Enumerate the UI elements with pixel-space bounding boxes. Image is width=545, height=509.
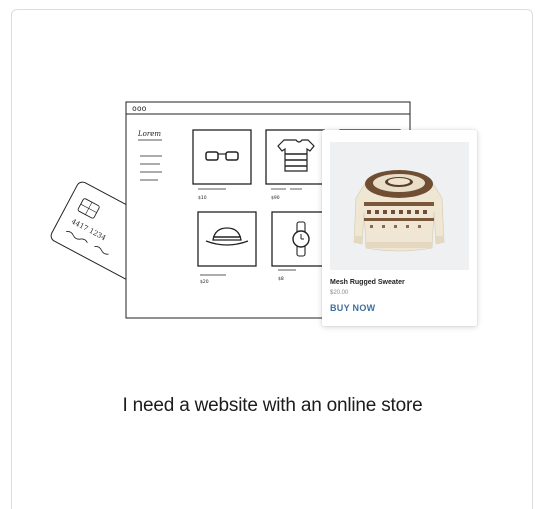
product-name[interactable]: Mesh Rugged Sweater: [330, 279, 405, 286]
sweater-image: [353, 170, 445, 252]
product-image[interactable]: [330, 142, 469, 270]
option-title[interactable]: I need a website with an online store: [0, 395, 545, 417]
product-price: $20.00: [330, 290, 349, 296]
window-dots: ooo: [132, 104, 147, 113]
sketch-price-2: $90: [271, 195, 280, 201]
sketch-logo: Lorem: [137, 130, 161, 138]
sketch-price-4: $8: [278, 276, 284, 282]
sketch-price-1: $10: [198, 195, 207, 201]
sketch-price-3: $20: [200, 279, 209, 285]
buy-now-link[interactable]: BUY NOW: [330, 303, 375, 313]
product-card[interactable]: Mesh Rugged Sweater $20.00 BUY NOW: [322, 130, 477, 326]
